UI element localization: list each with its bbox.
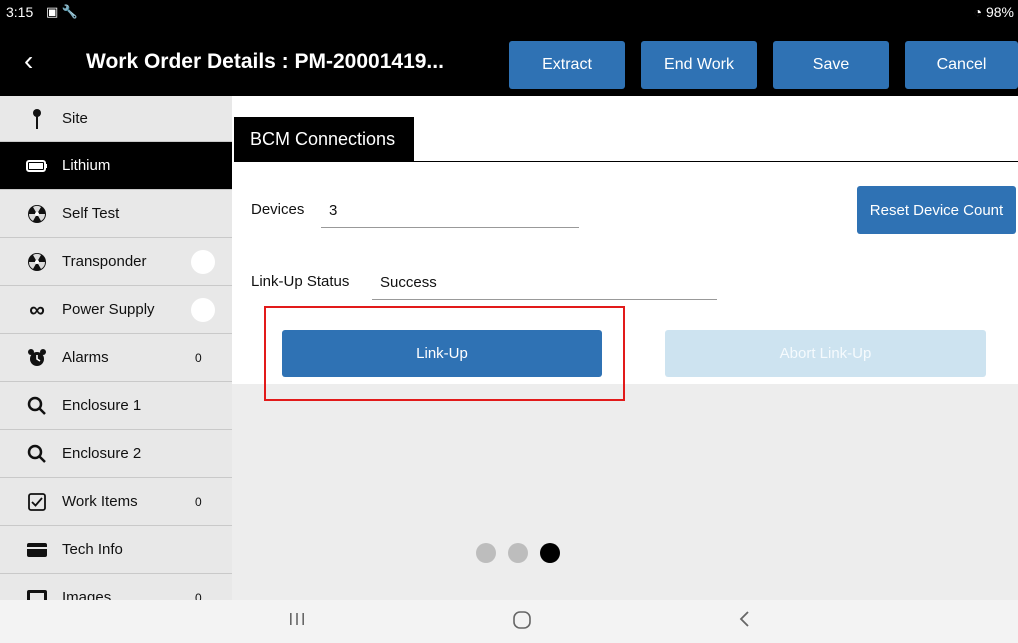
- sidebar-item-enclosure-2[interactable]: Enclosure 2: [0, 430, 232, 478]
- power-supply-toggle[interactable]: [191, 297, 215, 322]
- battery-percent: 98%: [985, 4, 1014, 20]
- sidebar-item-enclosure-1[interactable]: Enclosure 1: [0, 382, 232, 430]
- card-icon: [26, 539, 48, 561]
- recent-apps-icon[interactable]: [288, 610, 306, 633]
- battery-icon: [26, 155, 48, 177]
- sidebar: Site Lithium Self Test Transponder ∞ Pow…: [0, 96, 232, 600]
- sidebar-item-site[interactable]: Site: [0, 96, 232, 142]
- battery-level: ◔ 98%: [974, 4, 1014, 20]
- sidebar-item-tech-info[interactable]: Tech Info: [0, 526, 232, 574]
- extract-button[interactable]: Extract: [509, 41, 625, 89]
- sidebar-item-self-test[interactable]: Self Test: [0, 190, 232, 238]
- sidebar-item-transponder[interactable]: Transponder: [0, 238, 232, 286]
- tab-divider: [414, 161, 1018, 162]
- sidebar-item-power-supply[interactable]: ∞ Power Supply: [0, 286, 232, 334]
- back-icon[interactable]: ‹: [24, 44, 52, 78]
- app-header: ‹ Work Order Details : PM-20001419... Ex…: [0, 26, 1018, 96]
- linkup-status-underline: [372, 299, 717, 300]
- sidebar-item-label: Images: [62, 589, 112, 600]
- status-time: 3:15: [6, 4, 34, 20]
- devices-label: Devices: [251, 201, 305, 218]
- sidebar-item-label: Enclosure 2: [62, 445, 142, 462]
- tab-bcm-connections[interactable]: BCM Connections: [234, 117, 414, 162]
- search-icon: [26, 443, 48, 465]
- highlight-box: [264, 306, 625, 401]
- sidebar-item-label: Work Items: [62, 493, 138, 510]
- alarm-clock-icon: [26, 347, 48, 369]
- pin-icon: [26, 108, 48, 130]
- sidebar-item-lithium[interactable]: Lithium: [0, 142, 232, 190]
- reset-device-count-button[interactable]: Reset Device Count: [857, 186, 1016, 234]
- sidebar-item-work-items[interactable]: Work Items 0: [0, 478, 232, 526]
- wifi-icon: ◔: [973, 4, 986, 20]
- page-dot[interactable]: [508, 543, 528, 563]
- page-dot[interactable]: [476, 543, 496, 563]
- sidebar-item-label: Enclosure 1: [62, 397, 142, 414]
- infinity-icon: ∞: [29, 296, 45, 322]
- save-button[interactable]: Save: [773, 41, 889, 89]
- back-nav-icon[interactable]: [738, 610, 752, 633]
- alarms-count: 0: [195, 350, 202, 365]
- linkup-status-field[interactable]: Success: [380, 274, 437, 291]
- sidebar-item-alarms[interactable]: Alarms 0: [0, 334, 232, 382]
- page-title: Work Order Details : PM-20001419...: [86, 50, 444, 73]
- sidebar-item-label: Tech Info: [62, 541, 123, 558]
- status-bar: 3:15 ▣ 🔧 ◔ 98%: [0, 0, 1018, 26]
- end-work-button[interactable]: End Work: [641, 41, 757, 89]
- work-items-count: 0: [195, 494, 202, 509]
- status-icons: ▣ 🔧: [46, 4, 79, 19]
- transponder-toggle[interactable]: [191, 249, 215, 274]
- page-dot-active[interactable]: [540, 543, 560, 563]
- cancel-button[interactable]: Cancel: [905, 41, 1018, 89]
- sidebar-item-label: Power Supply: [62, 301, 155, 318]
- sidebar-item-label: Alarms: [62, 349, 109, 366]
- radiation-icon: [26, 251, 48, 273]
- home-icon[interactable]: [512, 610, 532, 635]
- sidebar-item-label: Lithium: [62, 157, 111, 174]
- linkup-status-label: Link-Up Status: [251, 273, 350, 290]
- devices-underline: [321, 227, 579, 228]
- search-icon: [26, 395, 48, 417]
- sidebar-item-images[interactable]: Images 0: [0, 574, 232, 600]
- system-nav-bar: [0, 600, 1018, 643]
- page-indicator: [476, 543, 560, 563]
- image-icon: [26, 587, 48, 600]
- sidebar-item-label: Self Test: [62, 205, 120, 222]
- images-count: 0: [195, 590, 202, 601]
- checkbox-icon: [26, 491, 48, 513]
- sidebar-item-label: Site: [62, 110, 88, 127]
- sidebar-item-label: Transponder: [62, 253, 147, 270]
- radiation-icon: [26, 203, 48, 225]
- devices-field[interactable]: 3: [329, 202, 337, 219]
- abort-link-up-button[interactable]: Abort Link-Up: [665, 330, 986, 377]
